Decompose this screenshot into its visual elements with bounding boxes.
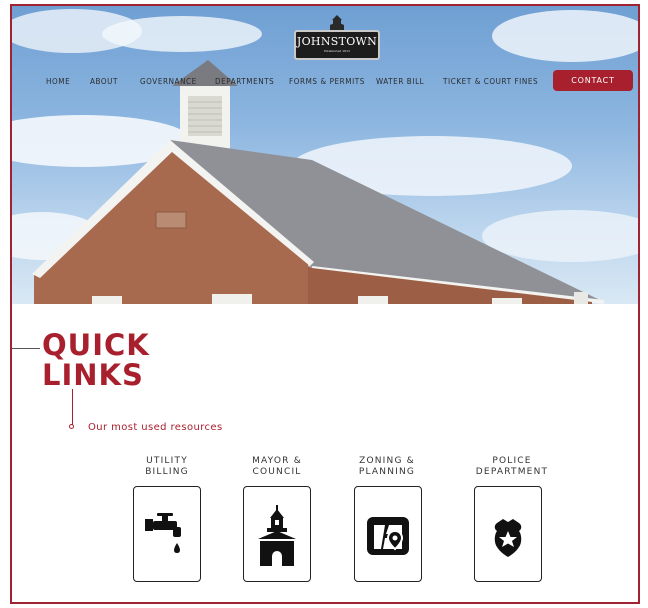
- nav-governance[interactable]: GOVERNANCE: [140, 77, 197, 86]
- card-label-police-department: POLICE DEPARTMENT: [464, 456, 560, 478]
- nav-departments[interactable]: DEPARTMENTS: [215, 77, 274, 86]
- nav-home[interactable]: HOME: [46, 77, 70, 86]
- card-label-line: BILLING: [145, 467, 189, 477]
- quick-link-utility-billing[interactable]: [133, 486, 201, 582]
- card-label-utility-billing: UTILITY BILLING: [124, 456, 210, 478]
- logo-text: JOHNSTOWN: [296, 35, 378, 48]
- nav-water-bill[interactable]: WATER BILL: [376, 77, 424, 86]
- quick-link-zoning-planning[interactable]: [354, 486, 422, 582]
- card-label-line: MAYOR &: [252, 456, 302, 466]
- decorative-line-vertical: [72, 389, 73, 425]
- contact-button[interactable]: CONTACT: [553, 70, 633, 91]
- card-label-zoning-planning: ZONING & PLANNING: [344, 456, 430, 478]
- card-label-mayor-council: MAYOR & COUNCIL: [234, 456, 320, 478]
- quick-link-mayor-council[interactable]: [243, 486, 311, 582]
- card-label-line: PLANNING: [358, 467, 416, 477]
- nav-about[interactable]: ABOUT: [90, 77, 118, 86]
- map-pin-icon: [367, 517, 409, 555]
- section-tagline: Our most used resources: [88, 422, 223, 433]
- section-title-line2: LINKS: [42, 358, 144, 392]
- section-title-line1: QUICK: [42, 328, 150, 362]
- nav-forms-permits[interactable]: FORMS & PERMITS: [289, 77, 365, 86]
- hero-banner: JOHNSTOWN Established 1813 HOME ABOUT GO…: [12, 6, 638, 304]
- card-label-line: UTILITY: [146, 456, 188, 466]
- decorative-line: [12, 348, 40, 349]
- page-frame: JOHNSTOWN Established 1813 HOME ABOUT GO…: [10, 4, 640, 604]
- town-hall-icon: [258, 505, 296, 566]
- logo-subtext: Established 1813: [324, 49, 350, 53]
- card-label-line: ZONING &: [359, 456, 415, 466]
- decorative-dot: [69, 424, 74, 429]
- site-logo[interactable]: JOHNSTOWN Established 1813: [294, 14, 380, 60]
- nav-ticket-court-fines[interactable]: TICKET & COURT FINES: [443, 77, 538, 86]
- faucet-icon: [145, 513, 181, 553]
- card-label-line: POLICE: [492, 456, 532, 466]
- police-badge-icon: [494, 519, 522, 557]
- card-label-line: COUNCIL: [252, 467, 302, 477]
- card-label-line: DEPARTMENT: [475, 467, 549, 477]
- quick-link-police-department[interactable]: [474, 486, 542, 582]
